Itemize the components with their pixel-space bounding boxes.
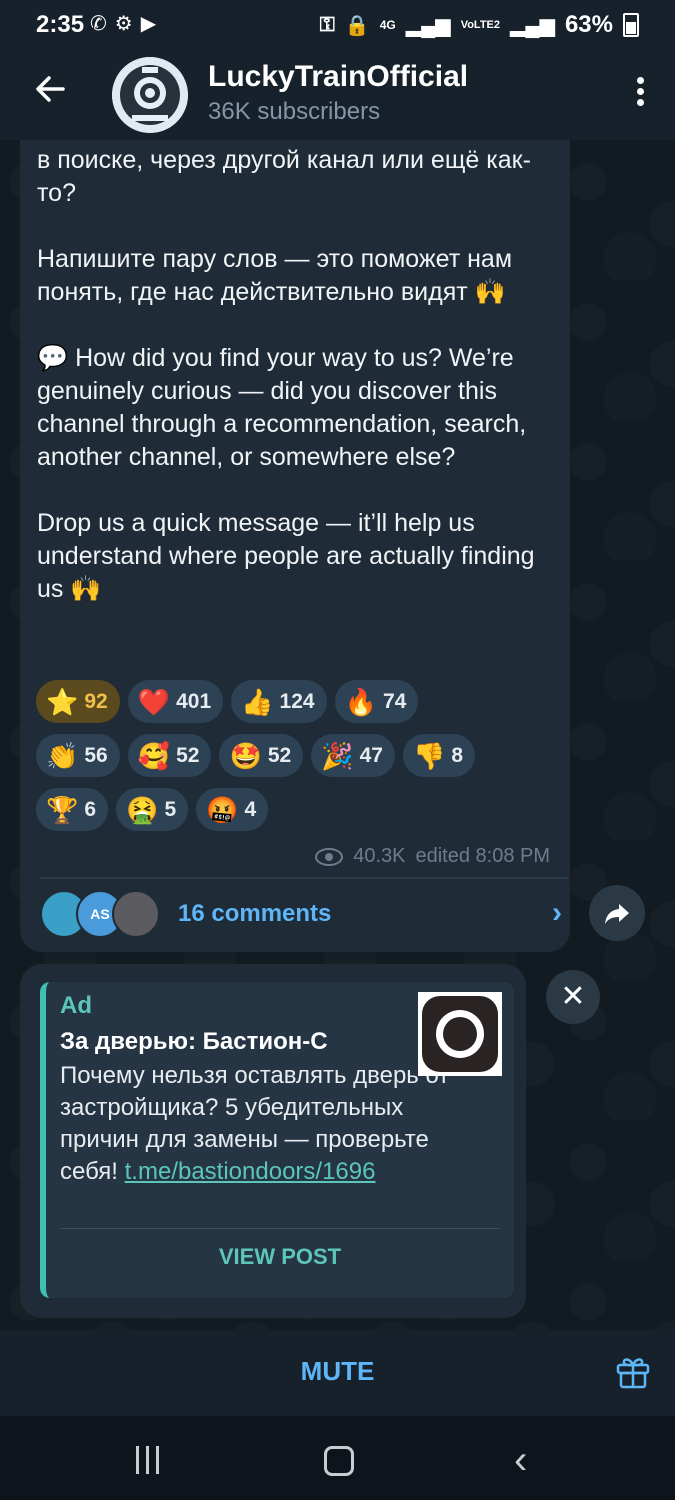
reaction-count: 6 — [84, 797, 97, 821]
reaction-smiling-hearts[interactable]: 🥰 52 — [127, 734, 212, 777]
trophy-icon: 🏆 — [46, 794, 79, 825]
ad-title: За дверью: Бастион-С — [60, 1028, 328, 1055]
nav-back-icon[interactable]: ‹ — [514, 1438, 527, 1483]
channel-title[interactable]: LuckyTrainOfficial — [208, 60, 468, 94]
reaction-cursing[interactable]: 🤬 4 — [196, 788, 269, 831]
edited-time: edited 8:08 PM — [415, 845, 550, 867]
battery-icon — [623, 13, 639, 37]
status-right-icons: ⚿ 🔒 4G ▂▄▆ VoLTE2 ▂▄▆ 63% — [320, 11, 639, 39]
reaction-count: 52 — [267, 743, 292, 767]
reaction-party[interactable]: 🎉 47 — [311, 734, 395, 777]
network-4g-label: 4G — [379, 18, 396, 32]
comments-button[interactable]: AS 16 comments › — [40, 890, 570, 938]
vomiting-face-icon: 🤮 — [126, 794, 159, 825]
reaction-fire[interactable]: 🔥 74 — [334, 680, 419, 723]
heart-icon: ❤️ — [137, 686, 171, 717]
view-post-button[interactable]: VIEW POST — [46, 1244, 514, 1270]
share-icon[interactable] — [589, 885, 645, 941]
channel-post: в поиске, через другой канал или ещё как… — [20, 140, 570, 952]
fire-icon: 🔥 — [344, 686, 377, 717]
comments-label: 16 comments — [178, 900, 332, 927]
settings-icon: ⚙ — [114, 13, 133, 35]
network-lte-label: VoLTE2 — [460, 19, 501, 31]
reaction-thumbs-up[interactable]: 👍 124 — [231, 680, 327, 723]
channel-avatar[interactable] — [112, 57, 188, 133]
mute-button[interactable]: MUTE — [0, 1356, 675, 1387]
back-arrow-icon[interactable] — [30, 72, 70, 112]
whatsapp-icon: ✆ — [90, 13, 107, 35]
cursing-face-icon: 🤬 — [206, 794, 239, 825]
post-meta: 40.3K edited 8:08 PM — [315, 845, 550, 868]
reaction-star[interactable]: ⭐ 92 — [36, 680, 120, 723]
reaction-trophy[interactable]: 🏆 6 — [36, 788, 109, 831]
reaction-count: 124 — [279, 689, 315, 713]
status-bar: 2:35 ✆ ⚙ ▶ ⚿ 🔒 4G ▂▄▆ VoLTE2 ▂▄▆ 63% — [0, 0, 675, 50]
ad-divider — [60, 1228, 500, 1229]
reaction-count: 8 — [451, 743, 463, 767]
reaction-count: 52 — [176, 743, 200, 767]
battery-percent: 63% — [564, 11, 613, 38]
reaction-vomit[interactable]: 🤮 5 — [116, 788, 189, 831]
ad-label: Ad — [60, 992, 92, 1019]
chevron-right-icon: › — [552, 896, 562, 929]
status-left-icons: ✆ ⚙ ▶ — [90, 11, 156, 36]
close-icon[interactable]: ✕ — [546, 970, 600, 1024]
reactions-bar: ⭐ 92 ❤️ 401 👍 124 🔥 74 👏 56 🥰 52 🤩 52 🎉 47 👎 8 🏆 6… — [36, 680, 556, 842]
thumbs-down-icon: 👎 — [412, 740, 446, 771]
system-nav-bar: ‹ — [0, 1416, 675, 1500]
reaction-count: 47 — [359, 743, 383, 767]
comments-divider — [40, 877, 568, 879]
commenter-avatar — [112, 890, 160, 938]
gift-icon[interactable] — [615, 1354, 651, 1390]
view-count: 40.3K — [353, 845, 406, 867]
recents-icon[interactable] — [136, 1446, 166, 1474]
subscriber-count: 36K subscribers — [208, 98, 381, 125]
sponsored-message: Ad За дверью: Бастион-С Почему нельзя ос… — [20, 964, 526, 1318]
home-icon[interactable] — [324, 1446, 354, 1476]
reaction-count: 5 — [164, 797, 177, 821]
thumbs-up-icon: 👍 — [241, 686, 274, 717]
chat-header: LuckyTrainOfficial 36K subscribers — [0, 50, 675, 140]
clap-icon: 👏 — [46, 740, 79, 771]
signal-icon-2: ▂▄▆ — [510, 14, 555, 37]
bottom-bar: MUTE — [0, 1330, 675, 1416]
ad-link[interactable]: t.me/bastiondoors/1696 — [125, 1158, 376, 1185]
key-icon: ⚿ — [319, 13, 335, 36]
reaction-count: 92 — [84, 689, 108, 713]
signal-icon: ▂▄▆ — [405, 14, 451, 37]
youtube-icon: ▶ — [140, 13, 157, 35]
lock-icon: 🔒 — [344, 14, 370, 37]
reaction-clap[interactable]: 👏 56 — [36, 734, 120, 777]
reaction-thumbs-down[interactable]: 👎 8 — [402, 734, 475, 777]
views-eye-icon — [315, 847, 344, 866]
status-time: 2:35 — [36, 11, 85, 38]
more-options-icon[interactable] — [633, 74, 647, 114]
reaction-heart[interactable]: ❤️ 401 — [127, 680, 224, 723]
post-text: в поиске, через другой канал или ещё как… — [37, 146, 535, 603]
ad-thumbnail — [418, 992, 502, 1076]
reaction-star-struck[interactable]: 🤩 52 — [219, 734, 304, 777]
reaction-count: 401 — [176, 689, 212, 713]
reaction-count: 56 — [84, 743, 108, 767]
party-popper-icon: 🎉 — [321, 740, 354, 771]
star-struck-icon: 🤩 — [229, 740, 262, 771]
reaction-count: 4 — [244, 797, 257, 821]
star-icon: ⭐ — [46, 686, 79, 717]
reaction-count: 74 — [382, 689, 407, 713]
ad-body: Почему нельзя оставлять дверь от застрой… — [60, 1060, 480, 1188]
smiling-hearts-icon: 🥰 — [137, 740, 171, 771]
ad-card[interactable]: Ad За дверью: Бастион-С Почему нельзя ос… — [40, 982, 514, 1298]
